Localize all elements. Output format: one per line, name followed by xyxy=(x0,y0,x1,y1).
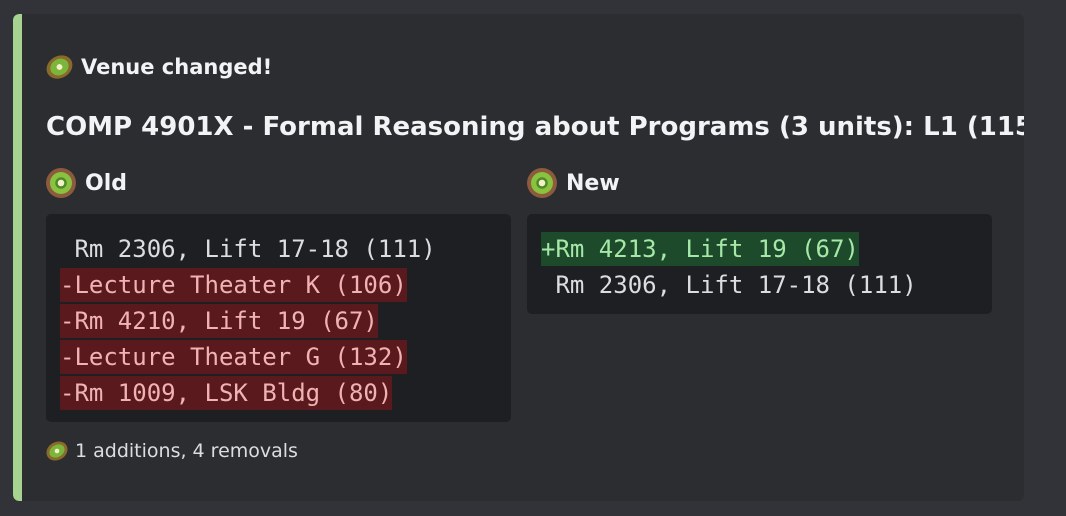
field-new-label: New xyxy=(566,170,620,196)
message-embed: Venue changed! COMP 4901X - Formal Reaso… xyxy=(13,14,1024,501)
diff-line-added: +Rm 4213, Lift 19 (67) xyxy=(541,231,992,267)
embed-footer: 1 additions, 4 removals xyxy=(42,437,298,465)
field-old-header: Old xyxy=(46,168,127,198)
field-old-label: Old xyxy=(85,170,127,196)
diff-line-removed: -Lecture Theater G (132) xyxy=(60,339,511,375)
old-venues-codeblock: Rm 2306, Lift 17-18 (111) -Lecture Theat… xyxy=(46,214,511,422)
embed-title: COMP 4901X - Formal Reasoning about Prog… xyxy=(46,112,1024,142)
diff-line: Rm 2306, Lift 17-18 (111) xyxy=(541,271,917,299)
diff-line-removed: -Rm 1009, LSK Bldg (80) xyxy=(60,375,511,411)
kiwi-icon xyxy=(46,168,76,198)
kiwi-icon xyxy=(42,437,72,465)
embed-footer-text: 1 additions, 4 removals xyxy=(75,440,298,462)
embed-author-text: Venue changed! xyxy=(81,55,273,79)
embed-accent-bar xyxy=(13,14,22,501)
diff-line: Rm 2306, Lift 17-18 (111) xyxy=(60,235,436,263)
diff-line-removed: -Lecture Theater K (106) xyxy=(60,267,511,303)
diff-line-removed: -Rm 4210, Lift 19 (67) xyxy=(60,303,511,339)
kiwi-icon xyxy=(527,168,557,198)
kiwi-icon xyxy=(42,50,77,84)
field-new-header: New xyxy=(527,168,620,198)
embed-author: Venue changed! xyxy=(42,50,273,84)
new-venues-codeblock: +Rm 4213, Lift 19 (67) Rm 2306, Lift 17-… xyxy=(527,214,992,314)
